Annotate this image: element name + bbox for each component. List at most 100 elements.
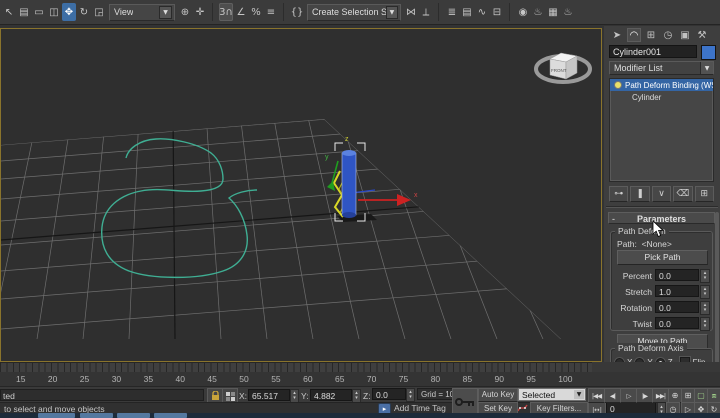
- perspective-viewport[interactable]: x z y FRONT: [0, 28, 602, 362]
- x-spinner[interactable]: ▴ ▾: [290, 389, 299, 403]
- frame-number: 70: [366, 374, 377, 384]
- object-name-field[interactable]: Cylinder001: [609, 45, 697, 58]
- tab-hierarchy[interactable]: ⊞: [644, 28, 658, 42]
- timeline-ruler[interactable]: [0, 362, 592, 372]
- taskbar-button[interactable]: [80, 413, 113, 418]
- curve-editor-icon[interactable]: ∿: [475, 3, 489, 21]
- zoom-extents-button[interactable]: ▢: [694, 388, 708, 403]
- zoom-button[interactable]: ⊕: [668, 388, 682, 403]
- spinner-label: Percent: [622, 271, 652, 281]
- viewcube[interactable]: FRONT: [534, 52, 592, 84]
- select-and-scale-icon[interactable]: ◲: [92, 3, 106, 21]
- material-editor-icon[interactable]: ◉: [516, 3, 530, 21]
- named-selection-sets-icon[interactable]: {}: [290, 3, 304, 21]
- chevron-down-icon: ▼: [159, 5, 172, 19]
- toolbar-separator: [283, 3, 289, 21]
- angle-snap-icon[interactable]: ∠: [234, 3, 248, 21]
- gizmo-z-label: z: [345, 136, 349, 143]
- toolbar-separator: [438, 3, 444, 21]
- spinner-row-rotation: Rotation 0.0 ▴ ▾: [611, 300, 714, 316]
- percent-field[interactable]: 0.0: [655, 269, 699, 281]
- previous-frame-button[interactable]: ◀|: [604, 388, 621, 403]
- pin-stack-button[interactable]: ⊶: [609, 186, 629, 202]
- main-toolbar: ↖ ▤ ▭ ◫ ✥ ↻ ◲ View ▼ ⊕ ✛ 3∩ ∠% ≡{} Create Selection Se…: [0, 0, 720, 25]
- go-to-end-button[interactable]: ▶▶|: [652, 388, 669, 403]
- mouse-cursor: [652, 220, 664, 238]
- gizmo-x-label: x: [414, 192, 418, 199]
- ref-coord-dropdown-value: View: [114, 7, 134, 17]
- ref-coord-dropdown[interactable]: View ▼: [109, 3, 175, 21]
- object-color-swatch[interactable]: [701, 45, 716, 60]
- render-production-icon[interactable]: ♨: [561, 3, 575, 21]
- window-crossing-icon[interactable]: ◫: [47, 3, 61, 21]
- configure-modifier-sets-button[interactable]: ⊞: [694, 186, 715, 202]
- tab-display[interactable]: ▣: [678, 28, 692, 42]
- remove-modifier-button[interactable]: ⌫: [673, 186, 693, 202]
- stack-tools: ⊶ ❚ ∨ ⌫ ⊞: [609, 186, 715, 202]
- tab-modify[interactable]: ◠: [627, 28, 641, 42]
- snap-toggle-3d-icon[interactable]: 3∩: [219, 3, 233, 21]
- modifier-stack[interactable]: Path Deform Binding (WS Cylinder: [609, 78, 714, 182]
- y-spinner[interactable]: ▴ ▾: [352, 389, 361, 403]
- layer-manager-icon[interactable]: ≣: [445, 3, 459, 21]
- go-to-start-button[interactable]: |◀◀: [588, 388, 605, 403]
- rendered-frame-icon[interactable]: ▦: [546, 3, 560, 21]
- selection-status-field: ted: [0, 389, 204, 401]
- add-time-tag-button[interactable]: Add Time Tag: [394, 403, 446, 413]
- tab-create[interactable]: ➤: [610, 28, 624, 42]
- select-object-icon[interactable]: ↖: [2, 3, 16, 21]
- percent-snap-icon[interactable]: %: [249, 3, 263, 21]
- taskbar-button[interactable]: [38, 413, 75, 418]
- spinner-buttons[interactable]: ▴ ▾: [700, 285, 710, 299]
- modifier-stack-entry[interactable]: Cylinder: [610, 91, 713, 103]
- use-pivot-center-icon[interactable]: ⊕: [178, 3, 192, 21]
- select-and-move-icon[interactable]: ✥: [62, 3, 76, 21]
- spinner-buttons[interactable]: ▴ ▾: [700, 317, 710, 331]
- selection-set-dropdown[interactable]: Create Selection Se ▼: [307, 3, 401, 21]
- modifier-stack-entry[interactable]: Path Deform Binding (WS: [610, 79, 713, 91]
- play-button[interactable]: ▷: [620, 388, 637, 403]
- taskbar-button[interactable]: [154, 413, 187, 418]
- select-by-name-icon[interactable]: ▤: [17, 3, 31, 21]
- render-setup-icon[interactable]: ♨: [531, 3, 545, 21]
- frame-number: 15: [16, 374, 26, 384]
- z-spinner[interactable]: ▴ ▾: [406, 388, 415, 402]
- auto-key-button[interactable]: Auto Key: [478, 388, 518, 402]
- mirror-icon[interactable]: ⋈: [404, 3, 418, 21]
- spinner-snap-icon[interactable]: ≡: [264, 3, 278, 21]
- graphite-ribbon-icon[interactable]: ▤: [460, 3, 474, 21]
- panel-scrollbar[interactable]: [715, 212, 719, 382]
- make-unique-button[interactable]: ∨: [651, 186, 672, 202]
- frame-number: 65: [335, 374, 345, 384]
- spinner-buttons[interactable]: ▴ ▾: [700, 269, 710, 283]
- tab-utilities[interactable]: ⚒: [695, 28, 709, 42]
- rectangular-selection-region-icon[interactable]: ▭: [32, 3, 46, 21]
- spinner-buttons[interactable]: ▴ ▾: [700, 301, 710, 315]
- stretch-field[interactable]: 1.0: [655, 285, 699, 297]
- spinner-row-twist: Twist 0.0 ▴ ▾: [611, 316, 714, 332]
- selection-filter-dropdown[interactable]: Selected ▼: [518, 388, 586, 401]
- rotation-field[interactable]: 0.0: [655, 301, 699, 313]
- schematic-view-icon[interactable]: ⊟: [490, 3, 504, 21]
- twist-field[interactable]: 0.0: [655, 317, 699, 329]
- modifier-list-dropdown[interactable]: Modifier List ▼: [609, 61, 714, 75]
- zoom-extents-all-button[interactable]: ⧈: [707, 388, 720, 403]
- tab-motion[interactable]: ◷: [661, 28, 675, 42]
- select-and-rotate-icon[interactable]: ↻: [77, 3, 91, 21]
- zoom-all-button[interactable]: ⊞: [681, 388, 695, 403]
- x-coord-field[interactable]: 65.517: [248, 389, 290, 401]
- select-and-manipulate-icon[interactable]: ✛: [193, 3, 207, 21]
- chevron-down-icon: ▼: [385, 5, 398, 19]
- path-deform-group: Path Deform Path: <None> Pick Path Perce…: [610, 226, 714, 349]
- show-end-result-button[interactable]: ❚: [630, 186, 650, 202]
- pick-path-button[interactable]: Pick Path: [617, 250, 708, 265]
- lock-icon: [211, 391, 219, 400]
- next-frame-button[interactable]: |▶: [636, 388, 653, 403]
- taskbar-button[interactable]: [117, 413, 150, 418]
- toggle-set-key-button[interactable]: [452, 388, 478, 416]
- z-coord-field[interactable]: 0.0: [372, 388, 406, 400]
- y-coord-field[interactable]: 4.882: [310, 389, 352, 401]
- cylinder-object[interactable]: [341, 152, 357, 216]
- modifier-bulb-icon[interactable]: [614, 81, 622, 89]
- align-icon[interactable]: ⟂: [419, 3, 433, 21]
